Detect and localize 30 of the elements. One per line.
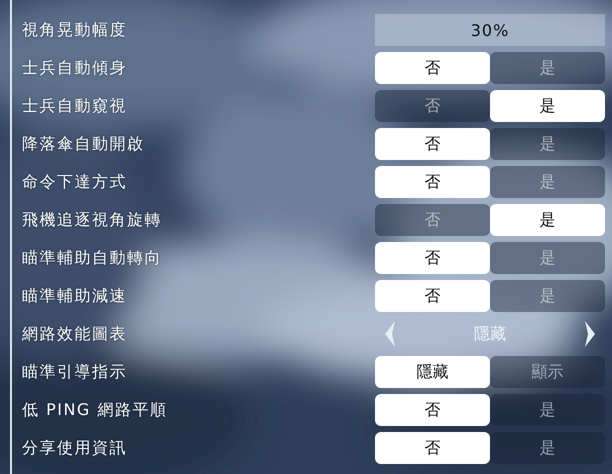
- setting-label: 瞄準輔助自動轉向: [22, 248, 163, 268]
- setting-label: 瞄準引導指示: [22, 362, 128, 382]
- option-button[interactable]: 是: [490, 394, 605, 426]
- right-arrow-icon[interactable]: [583, 321, 597, 347]
- option-button[interactable]: 是: [490, 432, 605, 464]
- setting-label: 分享使用資訊: [22, 438, 128, 458]
- setting-label: 命令下達方式: [22, 172, 128, 192]
- option-button[interactable]: 是: [490, 128, 605, 160]
- option-button[interactable]: 顯示: [490, 356, 605, 388]
- option-button[interactable]: 是: [490, 204, 605, 236]
- option-button[interactable]: 否: [375, 242, 490, 274]
- option-button[interactable]: 否: [375, 280, 490, 312]
- setting-label: 網路效能圖表: [22, 324, 128, 344]
- option-button[interactable]: 隱藏: [375, 356, 490, 388]
- option-button[interactable]: 否: [375, 90, 490, 122]
- option-button[interactable]: 否: [375, 52, 490, 84]
- setting-label: 視角晃動幅度: [22, 20, 128, 40]
- setting-label: 士兵自動傾身: [22, 58, 128, 78]
- option-button[interactable]: 否: [375, 128, 490, 160]
- option-button[interactable]: 否: [375, 394, 490, 426]
- setting-label: 低 PING 網路平順: [22, 400, 168, 420]
- setting-label: 降落傘自動開啟: [22, 134, 146, 154]
- setting-label: 士兵自動窺視: [22, 96, 128, 116]
- slider-value[interactable]: 30%: [375, 14, 605, 46]
- setting-label: 飛機追逐視角旋轉: [22, 210, 163, 230]
- option-button[interactable]: 否: [375, 166, 490, 198]
- setting-label: 瞄準輔助減速: [22, 286, 128, 306]
- selector-value: 隱藏: [474, 324, 506, 344]
- option-button[interactable]: 否: [375, 432, 490, 464]
- option-button[interactable]: 是: [490, 90, 605, 122]
